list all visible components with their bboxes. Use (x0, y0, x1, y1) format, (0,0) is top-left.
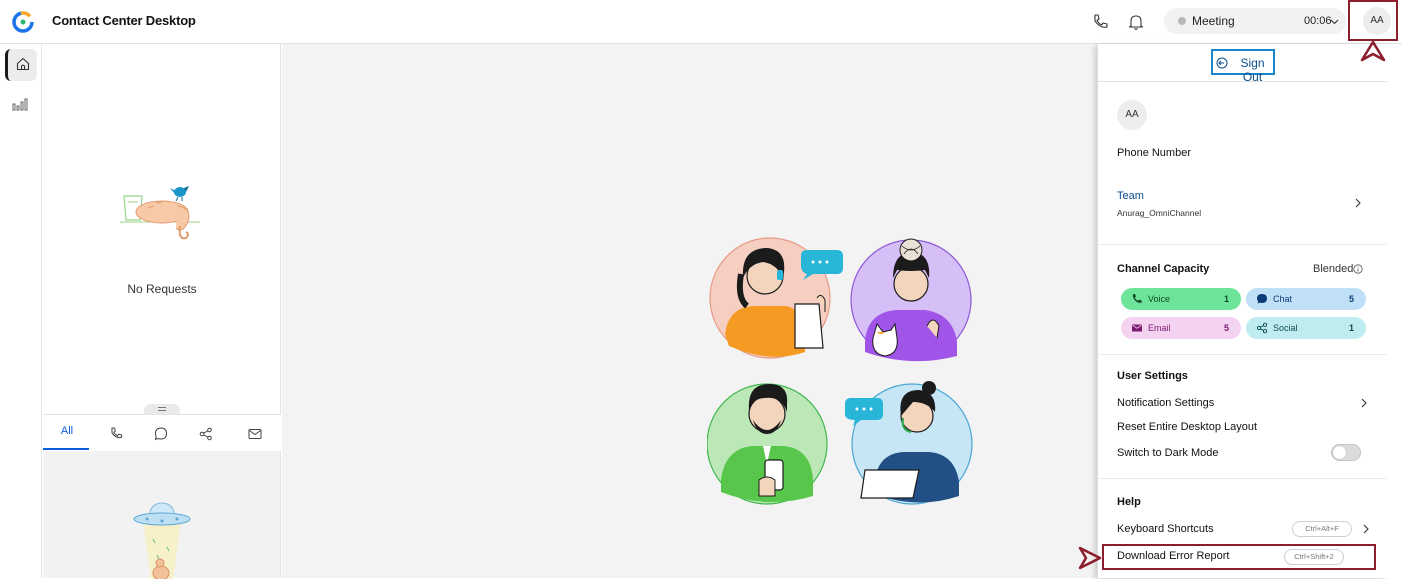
arrow-up-icon (1360, 40, 1386, 62)
divider (1098, 81, 1388, 82)
divider (1098, 478, 1388, 479)
channel-label: Chat (1273, 294, 1293, 304)
sign-out-label: Sign Out (1240, 56, 1265, 84)
top-bar: Contact Center Desktop Meeting 00:06 AA (0, 0, 1402, 44)
tab-all[interactable]: All (57, 425, 77, 443)
webex-logo-icon (12, 11, 34, 33)
bell-icon[interactable] (1126, 12, 1146, 32)
channel-chip-chat: Chat 5 (1246, 288, 1366, 310)
team-value: Anurag_OmniChannel (1117, 208, 1202, 218)
channel-count: 5 (1348, 294, 1354, 304)
no-requests-label: No Requests (127, 282, 197, 296)
phone-icon[interactable] (106, 425, 126, 443)
agent-headset-illustration (709, 237, 843, 359)
sign-out-icon (1216, 57, 1228, 69)
share-icon (1256, 322, 1268, 334)
info-icon[interactable] (1353, 264, 1363, 274)
channel-count: 5 (1223, 323, 1229, 333)
user-settings-heading: User Settings (1117, 370, 1188, 382)
sign-out-button[interactable]: Sign Out (1211, 49, 1275, 84)
avatar: AA (1117, 100, 1147, 130)
team-row[interactable]: Team Anurag_OmniChannel (1098, 184, 1388, 224)
agent-state-label: Meeting (1192, 14, 1235, 28)
sleeping-cat-illustration (120, 186, 200, 240)
agent-with-cat-illustration (850, 238, 972, 362)
dark-mode-label: Switch to Dark Mode (1117, 447, 1219, 459)
panel-scroll-gutter (1387, 44, 1402, 578)
blended-label: Blended (1313, 263, 1354, 275)
requests-panel: No Requests (43, 44, 281, 418)
home-icon (16, 57, 30, 71)
channel-chip-email: Email 5 (1121, 317, 1241, 339)
divider (1098, 354, 1388, 355)
download-error-highlight-box (1102, 544, 1376, 570)
tab-all-underline (43, 448, 89, 450)
keyboard-shortcut-hint: Ctrl+Alt+F (1292, 521, 1352, 537)
reset-desktop-layout-link[interactable]: Reset Entire Desktop Layout (1117, 421, 1257, 433)
mail-icon[interactable] (245, 425, 265, 443)
keyboard-shortcuts-label: Keyboard Shortcuts (1117, 523, 1214, 535)
channel-chip-social: Social 1 (1246, 317, 1366, 339)
ufo-illustration (133, 502, 191, 579)
channel-capacity-heading: Channel Capacity (1117, 263, 1210, 275)
channel-chip-voice: Voice 1 (1121, 288, 1241, 310)
divider (1098, 244, 1388, 245)
chat-bubble-icon (1257, 294, 1267, 304)
phone-number-label: Phone Number (1117, 147, 1191, 159)
notification-settings-row[interactable]: Notification Settings (1098, 392, 1388, 412)
arrow-right-icon (1078, 546, 1102, 570)
app-title: Contact Center Desktop (52, 13, 196, 28)
keyboard-shortcuts-row[interactable]: Keyboard Shortcuts Ctrl+Alt+F (1098, 516, 1388, 540)
filter-tab-bar: All (43, 415, 281, 451)
channel-count: 1 (1223, 294, 1229, 304)
chevron-down-icon (1330, 19, 1339, 25)
agent-with-phone-illustration (707, 383, 828, 505)
stats-icon[interactable] (12, 96, 28, 112)
channel-label: Email (1148, 323, 1171, 333)
share-icon[interactable] (196, 425, 216, 443)
chat-bubble-icon[interactable] (151, 425, 171, 443)
agents-illustration (707, 237, 973, 505)
help-heading: Help (1117, 496, 1141, 508)
notification-settings-label: Notification Settings (1117, 397, 1215, 409)
state-timer: 00:06 (1304, 15, 1332, 27)
channel-count: 1 (1348, 323, 1354, 333)
phone-icon (1133, 294, 1142, 303)
channel-label: Social (1273, 323, 1298, 333)
left-nav (0, 44, 42, 578)
user-profile-panel: Sign Out AA Phone Number Team Anurag_Omn… (1097, 44, 1388, 578)
avatar-highlight-box (1348, 0, 1398, 41)
dark-mode-toggle[interactable] (1331, 444, 1361, 461)
mail-icon (1132, 324, 1142, 332)
phone-icon[interactable] (1090, 12, 1110, 32)
chevron-right-icon (1361, 398, 1367, 408)
state-indicator-dot (1178, 17, 1186, 25)
chevron-right-icon (1363, 524, 1369, 534)
main-workspace (282, 44, 1097, 578)
agent-at-laptop-illustration (845, 381, 973, 505)
chevron-right-icon (1355, 198, 1361, 208)
channel-label: Voice (1148, 294, 1171, 304)
agent-state-dropdown[interactable]: Meeting 00:06 (1164, 8, 1346, 34)
nav-home-button[interactable] (5, 49, 37, 81)
interaction-filter-panel: All (43, 414, 281, 579)
team-label: Team (1117, 190, 1144, 202)
